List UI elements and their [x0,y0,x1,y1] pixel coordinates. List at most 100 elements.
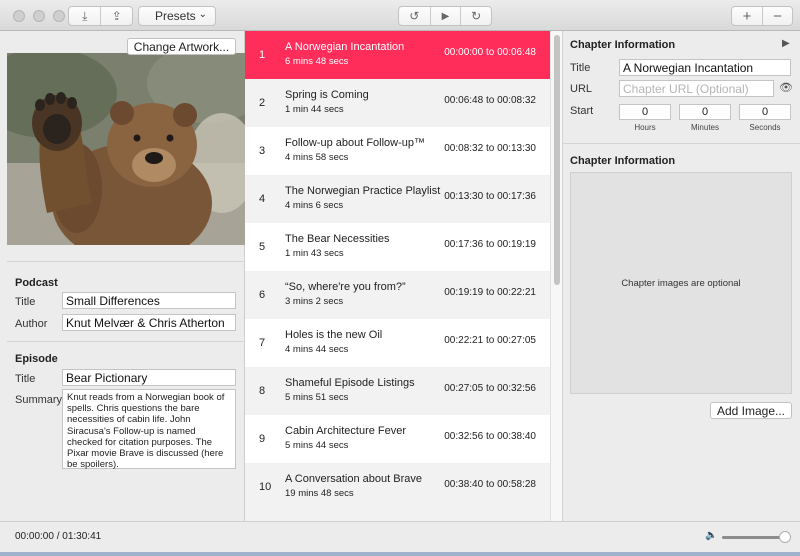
chapter-image-dropzone[interactable]: Chapter images are optional [570,172,792,394]
chapter-duration: 3 mins 2 secs [285,296,344,307]
podcast-heading: Podcast [15,277,58,289]
episode-title-label: Title [15,373,36,385]
minimize-window-button[interactable] [33,10,45,22]
chapter-row[interactable]: 1 A Norwegian Incantation 6 mins 48 secs 00… [245,31,550,79]
chapter-number: 7 [259,337,266,349]
chapter-number: 10 [259,481,272,493]
close-window-button[interactable] [13,10,25,22]
chapter-number: 1 [259,49,266,61]
podcast-author-label: Author [15,318,48,330]
chapter-duration: 1 min 44 secs [285,104,344,115]
episode-sidebar: Change Artwork... Podcast Title Small Di… [0,31,245,521]
start-seconds-field[interactable]: 0 [739,104,791,120]
timecode: 00:00:00 / 01:30:41 [15,531,102,542]
chapter-list: 1 A Norwegian Incantation 6 mins 48 secs 00… [245,31,550,521]
chapter-title: Holes is the new Oil [285,329,383,341]
chapter-row[interactable]: 6 “So, where're you from?” 3 mins 2 secs 00… [245,271,550,319]
share-icon: ⇪ [111,9,122,23]
divider [7,261,245,262]
chapter-time-range: 00:38:40 to 00:58:28 [444,479,536,490]
chapter-title-field[interactable]: A Norwegian Incantation [619,59,791,76]
chapter-title-label: Title [570,62,591,74]
chapter-number: 2 [259,97,266,109]
chapter-duration: 19 mins 48 secs [285,488,354,499]
add-chapter-button[interactable]: + [732,7,762,25]
chapter-title: Cabin Architecture Fever [285,425,407,437]
zoom-window-button[interactable] [53,10,65,22]
chapter-time-range: 00:06:48 to 00:08:32 [444,95,536,106]
chapter-row[interactable]: 4 The Norwegian Practice Playlist 4 mins 6… [245,175,550,223]
hours-label: Hours [634,123,656,132]
chapter-list-scrollbar[interactable] [550,31,563,521]
minutes-label: Minutes [690,123,719,132]
chapter-title: A Norwegian Incantation [285,41,405,53]
plus-icon: + [742,7,752,25]
chapter-title: “So, where're you from?” [285,281,406,293]
window-bottom-edge [0,552,800,556]
forward-icon: ↻ [471,9,482,23]
change-artwork-button[interactable]: Change Artwork... [127,38,236,55]
forward-button[interactable]: ↻ [460,7,491,25]
chapter-duration: 5 mins 44 secs [285,440,349,451]
start-hours-field[interactable]: 0 [619,104,671,120]
chapter-start-label: Start [570,105,594,117]
bear-artwork-picture [7,53,245,245]
chapter-row[interactable]: 5 The Bear Necessities 1 min 43 secs 00:17:… [245,223,550,271]
scrollbar-thumb[interactable] [554,35,560,285]
chapter-number: 6 [259,289,266,301]
chapter-image-heading: Chapter Information [570,155,676,167]
chapter-duration: 6 mins 48 secs [285,56,349,67]
episode-summary-field[interactable]: Knut reads from a Norwegian book of spel… [62,389,236,470]
chevron-down-icon: ⌄ [198,8,207,20]
chapter-time-range: 00:27:05 to 00:32:56 [444,383,536,394]
play-button[interactable]: ▶ [429,7,461,25]
play-chapter-icon[interactable]: ▶ [782,38,790,49]
chapter-row[interactable]: 9 Cabin Architecture Fever 5 mins 44 secs 0… [245,415,550,463]
window-controls [13,10,65,22]
chapter-title: The Norwegian Practice Playlist [285,185,441,197]
toolbar: ⤓ ⇪ Presets ⌄ ↺ ▶ ↻ + − [0,0,800,31]
play-icon: ▶ [441,10,450,22]
chapter-row[interactable]: 2 Spring is Coming 1 min 44 secs 00:06:48 t… [245,79,550,127]
chapter-time-range: 00:13:30 to 00:17:36 [444,191,536,202]
chapter-row[interactable]: 10 A Conversation about Brave 19 mins 48 s… [245,463,550,511]
chapter-duration: 4 mins 6 secs [285,200,344,211]
chapter-time-range: 00:08:32 to 00:13:30 [444,143,536,154]
podcast-author-field[interactable]: Knut Melvær & Chris Atherton [62,314,236,331]
chapter-time-range: 00:00:00 to 00:06:48 [444,47,536,58]
chapter-info-heading: Chapter Information [570,39,676,51]
chapter-url-field[interactable]: Chapter URL (Optional) [619,80,774,97]
speaker-icon: 🔈 [705,530,718,541]
episode-summary-label: Summary [15,394,63,406]
empty-row [245,511,550,521]
chapter-duration: 4 mins 44 secs [285,344,349,355]
file-button-group: ⤓ ⇪ [68,6,133,26]
rewind-icon: ↺ [409,9,420,23]
chapter-number: 8 [259,385,266,397]
add-image-button[interactable]: Add Image... [710,402,792,419]
chapter-time-range: 00:22:21 to 00:27:05 [444,335,536,346]
download-icon: ⤓ [82,8,88,23]
presets-label: Presets [155,9,196,23]
chapter-row[interactable]: 7 Holes is the new Oil 4 mins 44 secs 00:22… [245,319,550,367]
chapter-row[interactable]: 8 Shameful Episode Listings 5 mins 51 secs… [245,367,550,415]
podcast-title-field[interactable]: Small Differences [62,292,236,309]
chapter-title: Spring is Coming [285,89,369,101]
rewind-button[interactable]: ↺ [399,7,430,25]
chapter-url-label: URL [570,83,593,95]
presets-dropdown[interactable]: Presets ⌄ [138,6,216,26]
import-button[interactable]: ⤓ [69,7,100,25]
remove-chapter-button[interactable]: − [761,7,792,25]
chapter-time-range: 00:32:56 to 00:38:40 [444,431,536,442]
chapter-number: 3 [259,145,266,157]
start-minutes-field[interactable]: 0 [679,104,731,120]
volume-fill [722,536,785,539]
chapter-add-remove-group: + − [731,6,793,26]
eye-icon[interactable]: 👁 [779,81,793,94]
episode-title-field[interactable]: Bear Pictionary [62,369,236,386]
seconds-label: Seconds [749,123,781,132]
volume-knob[interactable] [778,531,791,543]
chapter-row[interactable]: 3 Follow-up about Follow-up™ 4 mins 58 sec… [245,127,550,175]
chapter-number: 4 [259,193,266,205]
export-button[interactable]: ⇪ [100,7,132,25]
